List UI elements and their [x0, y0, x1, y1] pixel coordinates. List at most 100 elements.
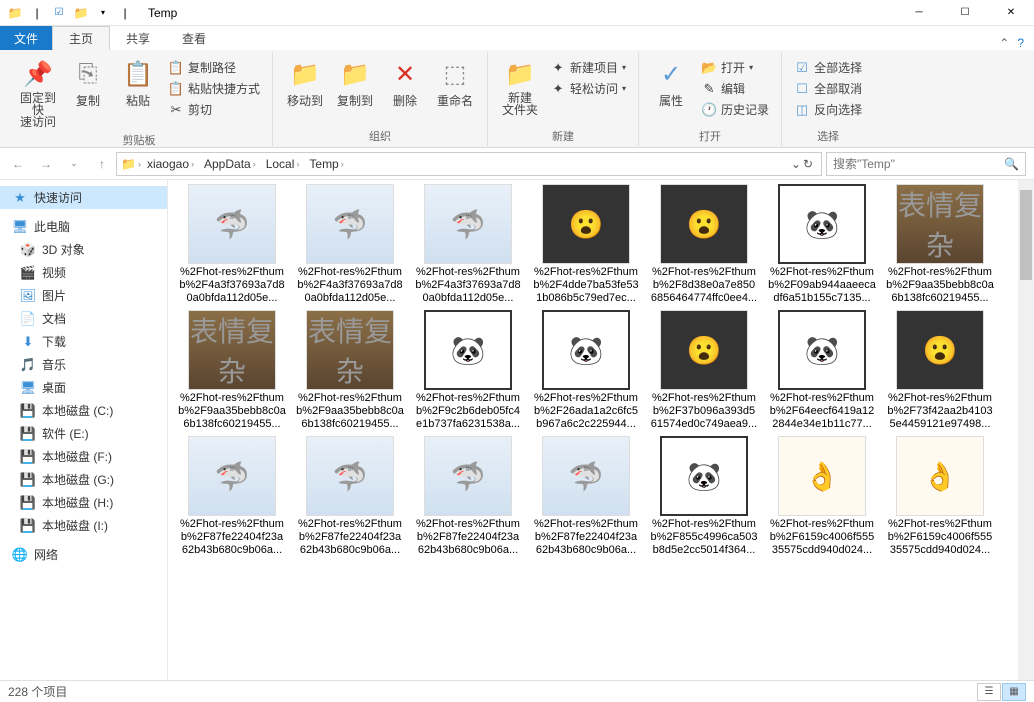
tab-file[interactable]: 文件: [0, 26, 52, 50]
file-item[interactable]: 😮%2Fhot-res%2Fthumb%2F8d38e0a7e850685646…: [648, 184, 760, 304]
up-button[interactable]: ↑: [92, 157, 112, 171]
file-item[interactable]: 🦈%2Fhot-res%2Fthumb%2F87fe22404f23a62b43…: [294, 436, 406, 556]
file-item[interactable]: 😮%2Fhot-res%2Fthumb%2F73f42aa2b41035e445…: [884, 310, 996, 430]
file-thumbnail: 🐼: [660, 436, 748, 516]
newfolder-button[interactable]: 📁新建 文件夹: [496, 56, 544, 118]
sidebar-item[interactable]: 🎬视频: [0, 261, 167, 284]
sidebar-thispc[interactable]: 🖥此电脑: [0, 215, 167, 238]
addr-dropdown[interactable]: ⌄: [791, 157, 801, 171]
pasteshortcut-button[interactable]: 📋粘贴快捷方式: [164, 79, 264, 98]
sidebar-item-label: 桌面: [42, 379, 66, 396]
file-item[interactable]: 😮%2Fhot-res%2Fthumb%2F4dde7ba53fe531b086…: [530, 184, 642, 304]
sidebar-item-icon: 📄: [20, 311, 36, 327]
search-box[interactable]: 🔍: [826, 152, 1026, 176]
view-details-button[interactable]: ☰: [977, 683, 1001, 701]
sidebar-item-label: 软件 (E:): [42, 425, 89, 442]
selectnone-button[interactable]: ☐全部取消: [790, 79, 866, 98]
open-button[interactable]: 📂打开▾: [697, 58, 773, 77]
sidebar-item-icon: 🖥: [20, 380, 36, 396]
sidebar-item[interactable]: 💾本地磁盘 (G:): [0, 468, 167, 491]
edit-button[interactable]: ✎编辑: [697, 79, 773, 98]
sidebar-item[interactable]: 🎲3D 对象: [0, 238, 167, 261]
sidebar-item[interactable]: 🖼图片: [0, 284, 167, 307]
back-button[interactable]: ←: [8, 157, 28, 171]
view-thumbnails-button[interactable]: ▦: [1002, 683, 1026, 701]
file-item[interactable]: 🐼%2Fhot-res%2Fthumb%2F64eecf6419a122844e…: [766, 310, 878, 430]
sidebar-item[interactable]: 💾本地磁盘 (I:): [0, 514, 167, 537]
file-item[interactable]: 🦈%2Fhot-res%2Fthumb%2F87fe22404f23a62b43…: [176, 436, 288, 556]
sidebar: ★快速访问 🖥此电脑 🎲3D 对象🎬视频🖼图片📄文档⬇下载🎵音乐 🖥 桌面 💾本地磁盘…: [0, 180, 168, 680]
crumb-2[interactable]: Local›: [262, 157, 304, 171]
file-item[interactable]: 表情复杂%2Fhot-res%2Fthumb%2F9aa35bebb8c0a6b…: [884, 184, 996, 304]
history-button[interactable]: 🕐历史记录: [697, 100, 773, 119]
file-item[interactable]: 🦈%2Fhot-res%2Fthumb%2F4a3f37693a7d80a0bf…: [176, 184, 288, 304]
file-item[interactable]: 🦈%2Fhot-res%2Fthumb%2F4a3f37693a7d80a0bf…: [412, 184, 524, 304]
file-item[interactable]: 🦈%2Fhot-res%2Fthumb%2F4a3f37693a7d80a0bf…: [294, 184, 406, 304]
file-name: %2Fhot-res%2Fthumb%2F4a3f37693a7d80a0bfd…: [178, 264, 286, 304]
delete-button[interactable]: ✕删除: [381, 56, 429, 111]
file-item[interactable]: 🐼%2Fhot-res%2Fthumb%2F855c4996ca503b8d5e…: [648, 436, 760, 556]
recent-dropdown[interactable]: ⌄: [64, 158, 84, 169]
copy-button[interactable]: ⎘复制: [64, 56, 112, 111]
file-item[interactable]: 表情复杂%2Fhot-res%2Fthumb%2F9aa35bebb8c0a6b…: [176, 310, 288, 430]
file-thumbnail: 🦈: [542, 436, 630, 516]
maximize-button[interactable]: ☐: [942, 0, 988, 26]
file-name: %2Fhot-res%2Fthumb%2F9aa35bebb8c0a6b138f…: [886, 264, 994, 304]
crumb-1[interactable]: AppData›: [200, 157, 260, 171]
minimize-button[interactable]: ─: [896, 0, 942, 26]
file-item[interactable]: 😮%2Fhot-res%2Fthumb%2F37b096a393d561574e…: [648, 310, 760, 430]
qat-folder-icon[interactable]: 📁: [72, 4, 90, 22]
copypath-button[interactable]: 📋复制路径: [164, 58, 264, 77]
crumb-root-sep[interactable]: ›: [138, 159, 141, 169]
paste-button[interactable]: 📋粘贴: [114, 56, 162, 111]
file-view[interactable]: 🦈 %2Fhot-res%2Fthumb%2F4a3f37693a7d80a0bf…: [168, 180, 1034, 680]
sidebar-item[interactable]: 🎵音乐: [0, 353, 167, 376]
tab-view[interactable]: 查看: [166, 26, 222, 50]
moveto-button[interactable]: 📁移动到: [281, 56, 329, 111]
invertsel-button[interactable]: ◫反向选择: [790, 100, 866, 119]
file-item[interactable]: 🐼%2Fhot-res%2Fthumb%2F09ab944aaeecadf6a5…: [766, 184, 878, 304]
forward-button[interactable]: →: [36, 157, 56, 171]
scrollbar[interactable]: [1018, 180, 1034, 680]
file-item[interactable]: 🐼%2Fhot-res%2Fthumb%2F9c2b6deb05fc4e1b73…: [412, 310, 524, 430]
addr-folder-icon: 📁: [121, 157, 136, 171]
qat-check-icon[interactable]: ☑: [50, 4, 68, 22]
file-item[interactable]: 👌%2Fhot-res%2Fthumb%2F6159c4006f55535575…: [884, 436, 996, 556]
sidebar-quickaccess[interactable]: ★快速访问: [0, 186, 167, 209]
rename-button[interactable]: ⬚重命名: [431, 56, 479, 111]
easyaccess-button[interactable]: ✦轻松访问▾: [546, 79, 630, 98]
sidebar-item[interactable]: 💾本地磁盘 (C:): [0, 399, 167, 422]
sidebar-item[interactable]: 💾本地磁盘 (F:): [0, 445, 167, 468]
newitem-button[interactable]: ✦新建项目▾: [546, 58, 630, 77]
sidebar-item-icon: 🎵: [20, 357, 36, 373]
file-item[interactable]: 👌%2Fhot-res%2Fthumb%2F6159c4006f55535575…: [766, 436, 878, 556]
sidebar-item[interactable]: 🖥 桌面: [0, 376, 167, 399]
search-icon[interactable]: 🔍: [1004, 157, 1019, 171]
tab-home[interactable]: 主页: [52, 26, 110, 50]
selectall-button[interactable]: ☑全部选择: [790, 58, 866, 77]
scrollbar-thumb[interactable]: [1020, 190, 1032, 280]
file-thumbnail: 表情复杂: [896, 184, 984, 264]
sidebar-item[interactable]: 💾本地磁盘 (H:): [0, 491, 167, 514]
qat-dropdown[interactable]: ▾: [94, 4, 112, 22]
file-item[interactable]: 🐼%2Fhot-res%2Fthumb%2F26ada1a2c6fc5b967a…: [530, 310, 642, 430]
file-item[interactable]: 🦈%2Fhot-res%2Fthumb%2F87fe22404f23a62b43…: [412, 436, 524, 556]
sidebar-network[interactable]: 🌐网络: [0, 543, 167, 566]
crumb-0[interactable]: xiaogao›: [143, 157, 198, 171]
file-item[interactable]: 🦈%2Fhot-res%2Fthumb%2F87fe22404f23a62b43…: [530, 436, 642, 556]
sidebar-item[interactable]: 📄文档: [0, 307, 167, 330]
refresh-button[interactable]: ↻: [803, 157, 813, 171]
close-button[interactable]: ✕: [988, 0, 1034, 26]
pin-button[interactable]: 📌固定到快 速访问: [14, 56, 62, 130]
crumb-3[interactable]: Temp›: [305, 157, 347, 171]
sidebar-item[interactable]: ⬇下载: [0, 330, 167, 353]
file-item[interactable]: 表情复杂%2Fhot-res%2Fthumb%2F9aa35bebb8c0a6b…: [294, 310, 406, 430]
address-bar[interactable]: 📁 › xiaogao› AppData› Local› Temp› ⌄ ↻: [116, 152, 822, 176]
properties-button[interactable]: ✓属性: [647, 56, 695, 111]
ribbon-help[interactable]: ⌃?: [989, 36, 1034, 50]
cut-button[interactable]: ✂剪切: [164, 100, 264, 119]
tab-share[interactable]: 共享: [110, 26, 166, 50]
search-input[interactable]: [833, 157, 1004, 171]
copyto-button[interactable]: 📁复制到: [331, 56, 379, 111]
sidebar-item[interactable]: 💾软件 (E:): [0, 422, 167, 445]
